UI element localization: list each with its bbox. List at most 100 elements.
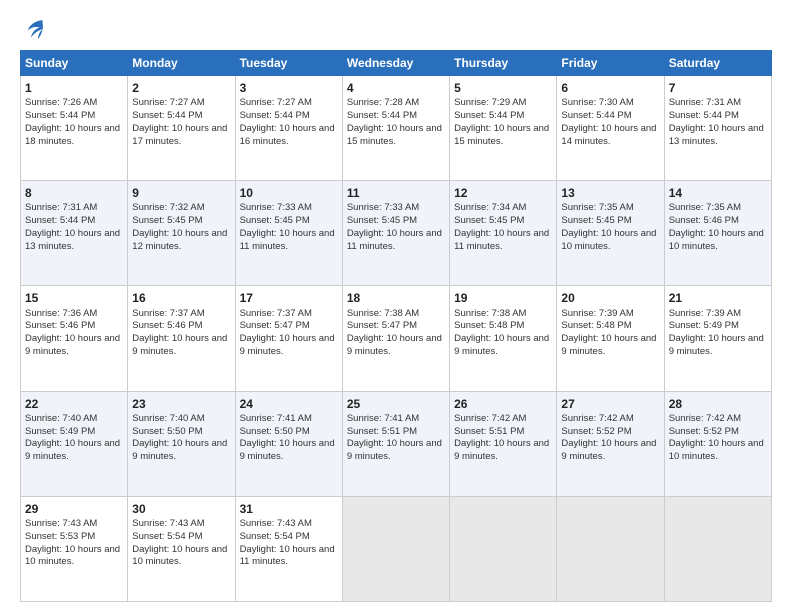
sunset-text: Sunset: 5:54 PM: [132, 531, 202, 542]
day-number: 26: [454, 396, 552, 412]
sunset-text: Sunset: 5:47 PM: [347, 320, 417, 331]
sunset-text: Sunset: 5:44 PM: [240, 110, 310, 121]
daylight-text: Daylight: 10 hours and 9 minutes.: [454, 333, 549, 357]
calendar-cell: 18 Sunrise: 7:38 AMSunset: 5:47 PM Dayligh…: [342, 286, 449, 391]
calendar-cell: [664, 496, 771, 601]
sunrise-text: Sunrise: 7:32 AM: [132, 202, 204, 213]
calendar-cell: 20Sunrise: 7:39 AMSunset: 5:48 PMDayligh…: [557, 286, 664, 391]
sunrise-text: Sunrise: 7:41 AM: [240, 413, 312, 424]
col-header-friday: Friday: [557, 51, 664, 76]
calendar-cell: 11Sunrise: 7:33 AMSunset: 5:45 PMDayligh…: [342, 181, 449, 286]
sunset-text: Sunset: 5:52 PM: [669, 426, 739, 437]
day-number: 20: [561, 290, 659, 306]
calendar-cell: 13Sunrise: 7:35 AMSunset: 5:45 PMDayligh…: [557, 181, 664, 286]
header: [20, 18, 772, 40]
calendar-cell: 28Sunrise: 7:42 AMSunset: 5:52 PMDayligh…: [664, 391, 771, 496]
sunset-text: Sunset: 5:44 PM: [25, 215, 95, 226]
daylight-text: Daylight: 10 hours and 10 minutes.: [561, 228, 656, 252]
daylight-text: Daylight: 10 hours and 9 minutes.: [132, 333, 227, 357]
calendar-cell: 23Sunrise: 7:40 AMSunset: 5:50 PMDayligh…: [128, 391, 235, 496]
daylight-text: Daylight: 10 hours and 18 minutes.: [25, 123, 120, 147]
daylight-text: Daylight: 10 hours and 9 minutes.: [347, 333, 442, 357]
sunrise-text: Sunrise: 7:40 AM: [132, 413, 204, 424]
calendar-cell: 25Sunrise: 7:41 AMSunset: 5:51 PMDayligh…: [342, 391, 449, 496]
sunset-text: Sunset: 5:49 PM: [25, 426, 95, 437]
daylight-text: Daylight: 10 hours and 9 minutes.: [132, 438, 227, 462]
day-number: 1: [25, 80, 123, 96]
day-number: 6: [561, 80, 659, 96]
sunrise-text: Sunrise: 7:29 AM: [454, 97, 526, 108]
sunset-text: Sunset: 5:51 PM: [454, 426, 524, 437]
daylight-text: Daylight: 10 hours and 10 minutes.: [25, 544, 120, 568]
day-number: 29: [25, 501, 123, 517]
calendar-cell: 8Sunrise: 7:31 AMSunset: 5:44 PMDaylight…: [21, 181, 128, 286]
sunset-text: Sunset: 5:44 PM: [561, 110, 631, 121]
day-number: 28: [669, 396, 767, 412]
daylight-text: Daylight: 10 hours and 9 minutes.: [561, 438, 656, 462]
day-number: 30: [132, 501, 230, 517]
sunset-text: Sunset: 5:49 PM: [669, 320, 739, 331]
sunrise-text: Sunrise: 7:38 AM: [347, 308, 419, 319]
sunset-text: Sunset: 5:54 PM: [240, 531, 310, 542]
day-number: 5: [454, 80, 552, 96]
calendar-cell: 15Sunrise: 7:36 AMSunset: 5:46 PMDayligh…: [21, 286, 128, 391]
sunset-text: Sunset: 5:52 PM: [561, 426, 631, 437]
day-number: 4: [347, 80, 445, 96]
calendar-cell: 7Sunrise: 7:31 AMSunset: 5:44 PMDaylight…: [664, 76, 771, 181]
calendar-cell: 10Sunrise: 7:33 AMSunset: 5:45 PMDayligh…: [235, 181, 342, 286]
daylight-text: Daylight: 10 hours and 13 minutes.: [25, 228, 120, 252]
sunrise-text: Sunrise: 7:27 AM: [240, 97, 312, 108]
sunset-text: Sunset: 5:51 PM: [347, 426, 417, 437]
sunset-text: Sunset: 5:50 PM: [240, 426, 310, 437]
sunrise-text: Sunrise: 7:28 AM: [347, 97, 419, 108]
calendar-table: SundayMondayTuesdayWednesdayThursdayFrid…: [20, 50, 772, 602]
day-number: 19: [454, 290, 552, 306]
daylight-text: Daylight: 10 hours and 15 minutes.: [347, 123, 442, 147]
calendar-cell: 4Sunrise: 7:28 AMSunset: 5:44 PMDaylight…: [342, 76, 449, 181]
day-number: 31: [240, 501, 338, 517]
sunrise-text: Sunrise: 7:41 AM: [347, 413, 419, 424]
calendar-week-row: 15Sunrise: 7:36 AMSunset: 5:46 PMDayligh…: [21, 286, 772, 391]
sunrise-text: Sunrise: 7:39 AM: [669, 308, 741, 319]
calendar-cell: 31Sunrise: 7:43 AMSunset: 5:54 PMDayligh…: [235, 496, 342, 601]
day-number: 21: [669, 290, 767, 306]
col-header-tuesday: Tuesday: [235, 51, 342, 76]
col-header-wednesday: Wednesday: [342, 51, 449, 76]
day-number: 23: [132, 396, 230, 412]
sunset-text: Sunset: 5:45 PM: [240, 215, 310, 226]
sunrise-text: Sunrise: 7:35 AM: [561, 202, 633, 213]
sunset-text: Sunset: 5:45 PM: [132, 215, 202, 226]
sunset-text: Sunset: 5:44 PM: [454, 110, 524, 121]
calendar-cell: 12Sunrise: 7:34 AMSunset: 5:45 PMDayligh…: [450, 181, 557, 286]
sunrise-text: Sunrise: 7:27 AM: [132, 97, 204, 108]
daylight-text: Daylight: 10 hours and 13 minutes.: [669, 123, 764, 147]
sunset-text: Sunset: 5:46 PM: [25, 320, 95, 331]
calendar-cell: [557, 496, 664, 601]
day-number: 7: [669, 80, 767, 96]
day-number: 11: [347, 185, 445, 201]
sunset-text: Sunset: 5:45 PM: [347, 215, 417, 226]
sunrise-text: Sunrise: 7:42 AM: [669, 413, 741, 424]
sunrise-text: Sunrise: 7:35 AM: [669, 202, 741, 213]
daylight-text: Daylight: 10 hours and 14 minutes.: [561, 123, 656, 147]
day-number: 18: [347, 290, 445, 306]
daylight-text: Daylight: 10 hours and 17 minutes.: [132, 123, 227, 147]
sunrise-text: Sunrise: 7:40 AM: [25, 413, 97, 424]
col-header-sunday: Sunday: [21, 51, 128, 76]
day-number: 10: [240, 185, 338, 201]
daylight-text: Daylight: 10 hours and 11 minutes.: [240, 544, 335, 568]
daylight-text: Daylight: 10 hours and 9 minutes.: [25, 333, 120, 357]
day-number: 9: [132, 185, 230, 201]
daylight-text: Daylight: 10 hours and 15 minutes.: [454, 123, 549, 147]
calendar-cell: 30Sunrise: 7:43 AMSunset: 5:54 PMDayligh…: [128, 496, 235, 601]
calendar-cell: 22Sunrise: 7:40 AMSunset: 5:49 PMDayligh…: [21, 391, 128, 496]
daylight-text: Daylight: 10 hours and 16 minutes.: [240, 123, 335, 147]
sunrise-text: Sunrise: 7:36 AM: [25, 308, 97, 319]
sunrise-text: Sunrise: 7:38 AM: [454, 308, 526, 319]
daylight-text: Daylight: 10 hours and 9 minutes.: [454, 438, 549, 462]
day-number: 8: [25, 185, 123, 201]
day-number: 22: [25, 396, 123, 412]
logo-text: [20, 18, 44, 40]
sunrise-text: Sunrise: 7:39 AM: [561, 308, 633, 319]
sunrise-text: Sunrise: 7:37 AM: [132, 308, 204, 319]
